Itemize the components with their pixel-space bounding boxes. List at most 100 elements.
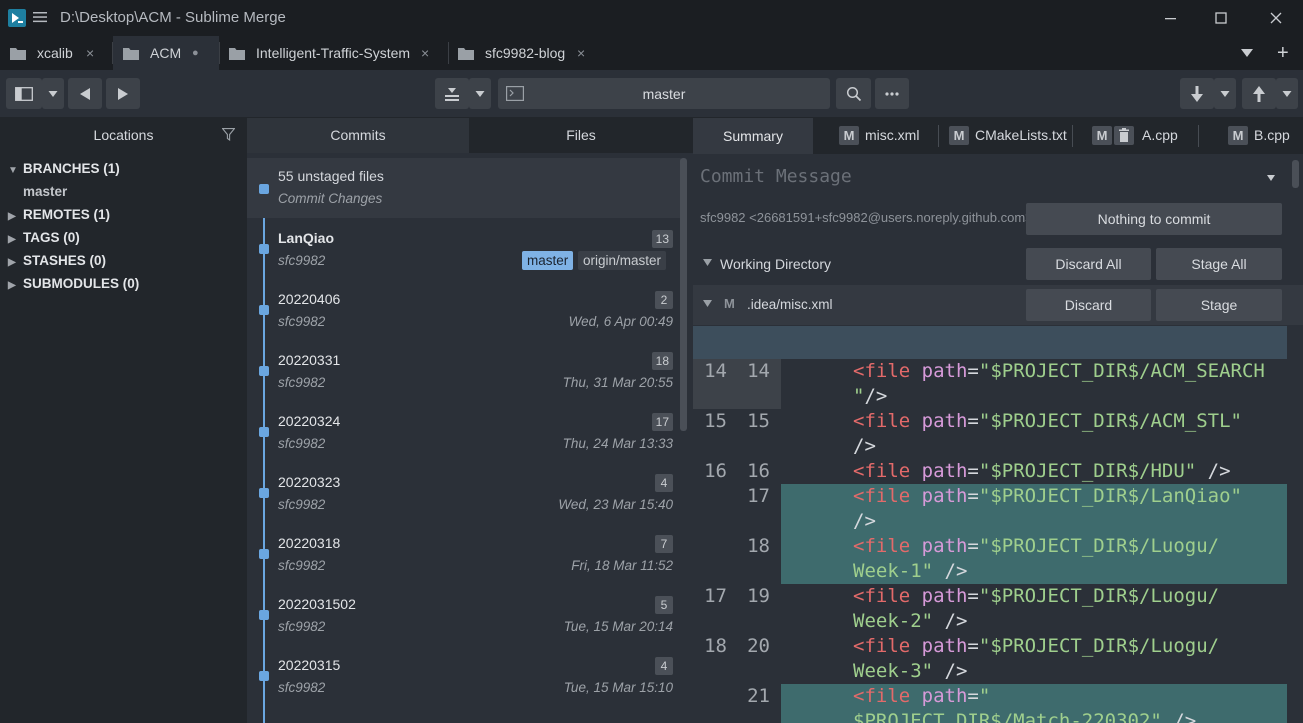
stash-icon — [445, 87, 459, 101]
tab-acm[interactable]: ACM ● — [113, 36, 219, 70]
diff-line-context[interactable]: 17 19 <file path="$PROJECT_DIR$/Luogu/ Wee… — [693, 584, 1287, 634]
unstaged-subtitle: Commit Changes — [278, 191, 383, 206]
toggle-sidebar-button[interactable] — [6, 78, 42, 109]
stage-all-button[interactable]: Stage All — [1156, 248, 1282, 280]
commit-row[interactable]: 20220323 sfc9982 4 Wed, 23 Mar 15:40 — [247, 462, 681, 523]
commit-author: sfc9982 — [278, 558, 326, 573]
diff-line-context[interactable]: 14 14 <file path="$PROJECT_DIR$/ACM_SEARCH… — [693, 359, 1287, 409]
locations-title: Locations — [93, 127, 154, 143]
line-number-gutter: 17 — [693, 484, 781, 534]
tab-intelligent-traffic-system[interactable]: Intelligent-Traffic-System × — [219, 36, 447, 70]
remote-branch-badge[interactable]: origin/master — [578, 251, 667, 270]
diff-line-added[interactable]: 21 <file path=" $PROJECT_DIR$/Match-22030… — [693, 684, 1287, 723]
sidebar-item-branches[interactable]: ▼ BRANCHES (1) — [8, 161, 120, 176]
file-tab-label: misc.xml — [865, 127, 920, 143]
commit-message-input[interactable]: Commit Message — [700, 166, 852, 187]
diff-line-added[interactable]: 17 <file path="$PROJECT_DIR$/LanQiao" /> — [693, 484, 1287, 534]
pull-options-button[interactable] — [1214, 78, 1236, 109]
tab-label: Commits — [330, 127, 386, 143]
sidebar-options-button[interactable] — [42, 78, 64, 109]
sidebar-item-submodules[interactable]: ▶ SUBMODULES (0) — [8, 276, 139, 291]
new-line-number: 16 — [747, 460, 770, 482]
hamburger-menu-icon[interactable] — [33, 10, 47, 24]
commit-message: 20220315 — [278, 657, 341, 673]
diff-code: <file path="$PROJECT_DIR$/Luogu/ Week-3"… — [781, 634, 1287, 684]
tab-label: sfc9982-blog — [485, 45, 566, 61]
new-line-number: 21 — [747, 685, 770, 707]
more-actions-button[interactable] — [875, 78, 909, 109]
filter-icon[interactable] — [222, 128, 235, 141]
commit-row[interactable]: LanQiao sfc9982 13 master origin/master — [247, 218, 681, 279]
discard-file-button[interactable]: Discard — [1026, 289, 1151, 321]
file-count-badge: 17 — [651, 413, 673, 431]
tab-xcalib[interactable]: xcalib × — [0, 36, 112, 70]
line-number-gutter: 16 16 — [693, 459, 781, 484]
minimize-icon[interactable] — [1160, 8, 1180, 28]
tab-label: Files — [566, 127, 596, 143]
commit-list-scrollbar[interactable] — [680, 158, 687, 431]
tag-bracket: < — [853, 460, 865, 482]
tab-commits[interactable]: Commits — [247, 118, 469, 153]
chevron-down-icon — [48, 90, 58, 97]
sidebar-item-label: SUBMODULES (0) — [23, 276, 140, 291]
current-branch-selector[interactable]: master — [498, 78, 830, 109]
tag-close: /> — [944, 610, 968, 632]
diff-code: <file path="$PROJECT_DIR$/Luogu/ Week-2"… — [781, 584, 1287, 634]
tab-close-icon[interactable]: × — [86, 45, 94, 61]
committer-identity: sfc9982 <26681591+sfc9982@users.noreply.… — [700, 210, 1033, 225]
folder-icon — [458, 48, 474, 60]
tab-sfc9982-blog[interactable]: sfc9982-blog × — [448, 36, 598, 70]
tab-modified-dot-icon[interactable]: ● — [192, 47, 199, 59]
commit-row[interactable]: 20220318 sfc9982 7 Fri, 18 Mar 11:52 — [247, 523, 681, 584]
tab-list-dropdown-icon[interactable] — [1240, 46, 1254, 60]
sidebar-item-tags[interactable]: ▶ TAGS (0) — [8, 230, 80, 245]
diff-line-context[interactable]: 16 16 <file path="$PROJECT_DIR$/HDU" /> — [693, 459, 1287, 484]
branch-badge[interactable]: master — [522, 251, 574, 270]
new-tab-button[interactable]: + — [1277, 43, 1289, 63]
commit-date: Tue, 15 Mar 15:10 — [563, 680, 673, 695]
discard-all-button[interactable]: Discard All — [1026, 248, 1151, 280]
trash-icon[interactable] — [1114, 126, 1134, 145]
sidebar-item-branch-master[interactable]: master — [23, 184, 67, 199]
hunk-header[interactable] — [693, 326, 1287, 359]
unstaged-changes-row[interactable]: 55 unstaged files Commit Changes — [247, 158, 681, 218]
chevron-down-icon[interactable] — [1267, 175, 1275, 181]
tab-close-icon[interactable]: × — [577, 45, 585, 61]
commit-row[interactable]: 2022031502 sfc9982 5 Tue, 15 Mar 20:14 — [247, 584, 681, 645]
sidebar-item-remotes[interactable]: ▶ REMOTES (1) — [8, 207, 110, 222]
modified-status-icon: M — [724, 296, 735, 311]
pull-button[interactable] — [1180, 78, 1214, 109]
old-line-number: 15 — [704, 410, 727, 432]
line-number-gutter: 21 — [693, 684, 781, 723]
stash-button[interactable] — [435, 78, 469, 109]
search-icon — [846, 86, 861, 101]
tab-summary[interactable]: Summary — [693, 118, 813, 154]
nothing-to-commit-button[interactable]: Nothing to commit — [1026, 203, 1282, 235]
attr-equals: = — [967, 685, 979, 707]
commit-row[interactable]: 20220406 sfc9982 2 Wed, 6 Apr 00:49 — [247, 279, 681, 340]
tab-files[interactable]: Files — [469, 118, 693, 153]
commit-row[interactable]: 20220331 sfc9982 18 Thu, 31 Mar 20:55 — [247, 340, 681, 401]
tab-close-icon[interactable]: × — [421, 45, 429, 61]
maximize-icon[interactable] — [1211, 8, 1231, 28]
search-button[interactable] — [836, 78, 871, 109]
stash-options-button[interactable] — [469, 78, 491, 109]
detail-scrollbar[interactable] — [1292, 160, 1299, 188]
push-button[interactable] — [1242, 78, 1276, 109]
old-line-number: 14 — [704, 360, 727, 382]
close-window-icon[interactable] — [1266, 8, 1286, 28]
forward-button[interactable] — [106, 78, 140, 109]
diff-line-context[interactable]: 15 15 <file path="$PROJECT_DIR$/ACM_STL" /… — [693, 409, 1287, 459]
push-options-button[interactable] — [1276, 78, 1298, 109]
commit-row[interactable]: 20220315 sfc9982 4 Tue, 15 Mar 15:10 — [247, 645, 681, 706]
changed-file-header[interactable]: M .idea/misc.xml Discard Stage — [693, 285, 1303, 325]
diff-line-context[interactable]: 18 20 <file path="$PROJECT_DIR$/Luogu/ Wee… — [693, 634, 1287, 684]
attr-value: " — [978, 685, 991, 707]
commit-row[interactable]: 20220324 sfc9982 17 Thu, 24 Mar 13:33 — [247, 401, 681, 462]
diff-line-added[interactable]: 18 <file path="$PROJECT_DIR$/Luogu/ Week-… — [693, 534, 1287, 584]
stage-file-button[interactable]: Stage — [1156, 289, 1282, 321]
commit-date: Wed, 23 Mar 15:40 — [558, 497, 673, 512]
back-button[interactable] — [68, 78, 102, 109]
diff-code: <file path="$PROJECT_DIR$/Luogu/ Week-1"… — [781, 534, 1287, 584]
sidebar-item-stashes[interactable]: ▶ STASHES (0) — [8, 253, 106, 268]
